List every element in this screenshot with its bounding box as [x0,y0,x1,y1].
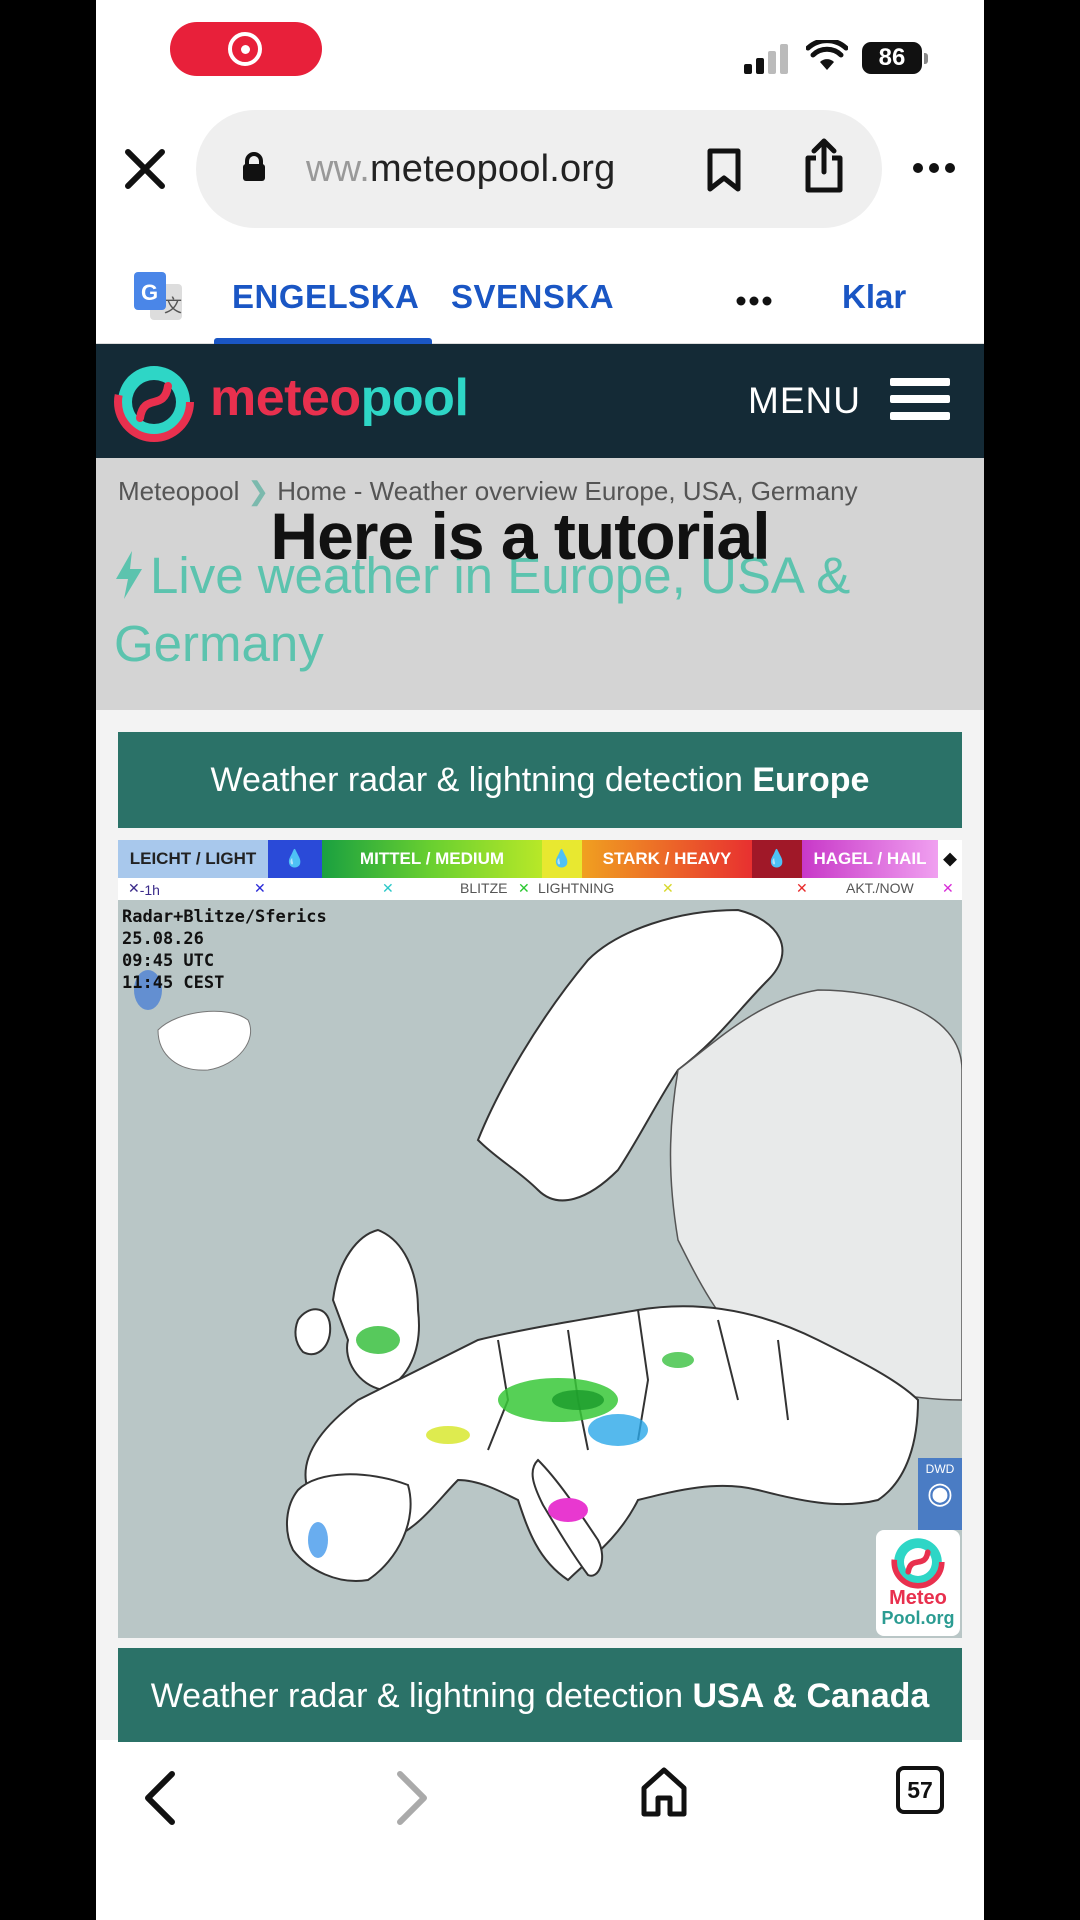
site-header: meteopool MENU [96,344,984,458]
meteopool-watermark-icon [891,1535,945,1589]
url-faded-part: ww. [306,148,370,190]
status-bar: 86 [96,0,984,110]
hamburger-menu-icon[interactable] [890,378,950,428]
home-icon[interactable] [640,1766,688,1818]
translate-more-icon[interactable] [736,296,772,306]
address-bar[interactable]: ww.meteopool.org [196,110,882,228]
main-content: Weather radar & lightning detection Euro… [96,710,984,1748]
usa-radar-card-header[interactable]: Weather radar & lightning detection USA … [118,1648,962,1748]
translate-done-button[interactable]: Klar [842,278,906,316]
svg-text:G: G [141,280,158,305]
europe-radar-map[interactable]: LEICHT / LIGHT 💧 MITTEL / MEDIUM 💧 STARK… [118,840,962,1638]
menu-label[interactable]: MENU [748,380,861,422]
record-icon [228,32,262,66]
wifi-icon [806,40,848,70]
dwd-logo: DWD ◉ [918,1458,962,1530]
bookmark-icon[interactable] [706,148,742,192]
cellular-signal-icon [744,44,788,74]
page-intro: Meteopool ❯ Home - Weather overview Europe… [96,458,984,710]
browser-screen: 86 ww.meteopool.org 文 G ENGELSKA SVENSKA… [96,0,984,1920]
address-bar-row: ww.meteopool.org [96,110,984,240]
tab-target-language[interactable]: SVENSKA [451,278,614,316]
europe-radar-card-header[interactable]: Weather radar & lightning detection Euro… [118,732,962,828]
battery-indicator: 86 [862,42,928,74]
browser-toolbar: 57 [96,1742,984,1920]
tab-source-language[interactable]: ENGELSKA [232,278,419,316]
more-options-icon[interactable] [912,160,956,176]
translate-bar: 文 G ENGELSKA SVENSKA Klar [96,260,984,344]
url-text[interactable]: ww.meteopool.org [306,148,616,191]
google-translate-icon[interactable]: 文 G [134,272,184,322]
meteopool-logo-icon[interactable] [114,362,194,442]
lightning-legend: ✕ -1h ✕ ✕ BLITZE ✕ LIGHTNING ✕ ✕ AKT./NO… [118,878,962,900]
forward-arrow-icon[interactable] [392,1770,432,1826]
svg-text:文: 文 [164,296,182,317]
meteopool-logo-text[interactable]: meteopool [210,368,469,428]
close-icon[interactable] [122,146,168,192]
tutorial-overlay-title: Here is a tutorial [270,499,770,573]
screen-recording-indicator[interactable] [170,22,322,76]
radar-timestamp: Radar+Blitze/Sferics 25.08.26 09:45 UTC 11:… [122,907,327,993]
radar-legend: LEICHT / LIGHT 💧 MITTEL / MEDIUM 💧 STARK… [118,840,962,878]
url-domain: meteopool.org [369,148,616,190]
tabs-count-button[interactable]: 57 [896,1766,944,1814]
lock-icon [243,152,265,181]
share-icon[interactable] [802,138,846,194]
meteopool-watermark-logo: Meteo Pool.org [876,1530,960,1636]
back-arrow-icon[interactable] [140,1770,180,1826]
